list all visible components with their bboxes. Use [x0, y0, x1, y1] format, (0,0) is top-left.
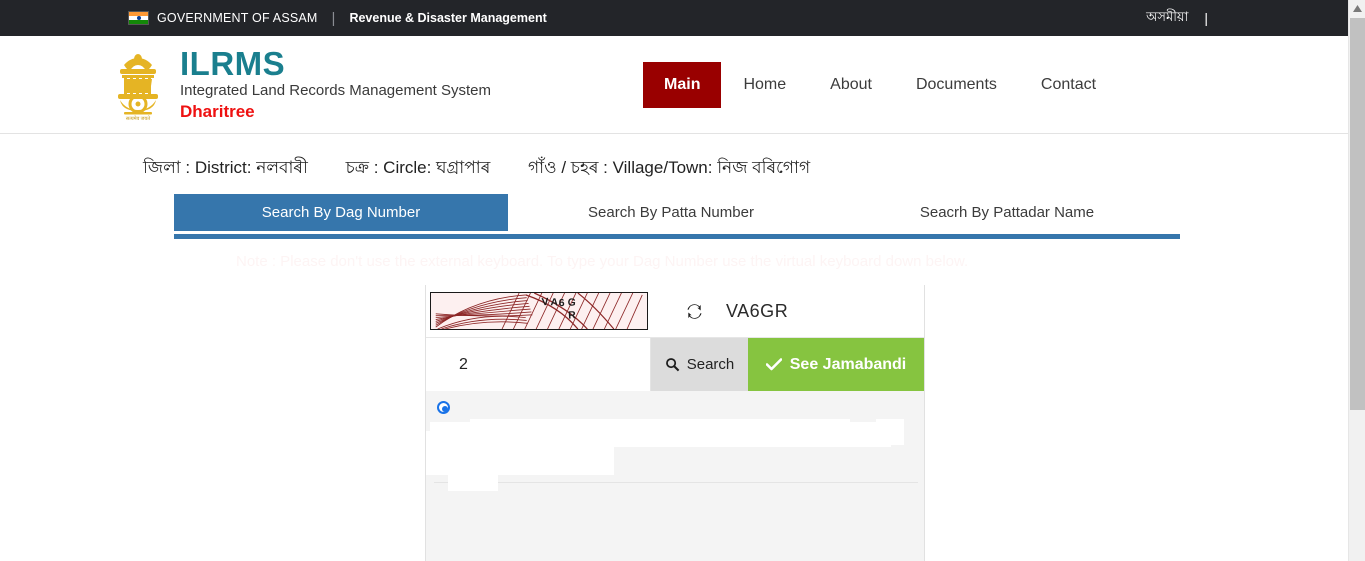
page-scrollbar[interactable] — [1348, 0, 1365, 561]
svg-text:G: G — [567, 297, 576, 309]
tabs-underline — [174, 234, 1180, 239]
search-input-row: Search See Jamabandi — [426, 338, 924, 391]
site-title: ILRMS — [180, 44, 286, 82]
main-navigation: Main Home About Documents Contact — [643, 61, 1118, 108]
check-icon — [765, 358, 782, 371]
top-utility-bar: GOVERNMENT OF ASSAM | Revenue & Disaster… — [0, 0, 1348, 36]
captcha-image: V A 6 G R — [429, 292, 648, 330]
topbar-left-group: GOVERNMENT OF ASSAM | Revenue & Disaster… — [128, 10, 547, 27]
magnifier-icon — [665, 358, 680, 372]
see-jamabandi-button[interactable]: See Jamabandi — [748, 338, 924, 391]
nav-item-documents[interactable]: Documents — [894, 62, 1019, 108]
breadcrumb-circle: চক্ৰ : Circle: ঘগ্ৰাপাৰ — [345, 158, 491, 177]
redacted-area — [448, 469, 498, 491]
topbar-separator: | — [331, 9, 336, 27]
svg-text:V: V — [541, 297, 549, 308]
svg-text:6: 6 — [558, 298, 564, 309]
results-divider — [434, 482, 918, 483]
svg-text:सत्यमेव जयते: सत्यमेव जयते — [126, 115, 150, 122]
redacted-area — [876, 419, 904, 445]
india-flag-icon — [128, 11, 149, 25]
site-header: सत्यमेव जयते ILRMS Integrated Land Recor… — [0, 36, 1348, 134]
nav-item-home[interactable]: Home — [721, 62, 808, 108]
search-panel: V A 6 G R VA6GR 2 Search See Jamabandi — [425, 285, 925, 561]
search-results-area — [426, 391, 924, 561]
keyboard-note: Note : Please don't use the external key… — [236, 253, 969, 270]
brand-text-block: ILRMS Integrated Land Records Management… — [180, 44, 492, 122]
see-jamabandi-label: See Jamabandi — [789, 355, 907, 373]
search-tabs: Search By Dag Number Search By Patta Num… — [174, 194, 1180, 231]
nav-item-main[interactable]: Main — [643, 61, 722, 108]
page-content: জিলা : District: নলবাৰী চক্ৰ : Circle: ঘ… — [0, 134, 1348, 561]
redacted-area — [436, 429, 891, 447]
site-subtitle: Integrated Land Records Management Syste… — [180, 82, 492, 100]
language-toggle-assamese[interactable]: অসমীয়া — [1146, 8, 1188, 29]
breadcrumb: জিলা : District: নলবাৰী চক্ৰ : Circle: ঘ… — [143, 155, 810, 183]
captcha-code-text: VA6GR — [726, 300, 789, 321]
tab-search-by-patta-number[interactable]: Search By Patta Number — [508, 194, 834, 231]
breadcrumb-village: গাঁও / চহৰ : Village/Town: নিজ বৰিগোগ — [528, 158, 811, 177]
nav-item-contact[interactable]: Contact — [1019, 62, 1118, 108]
captcha-image-cell: V A 6 G R — [426, 285, 651, 337]
result-radio-option[interactable] — [437, 401, 450, 414]
refresh-icon[interactable] — [685, 302, 704, 321]
government-label: GOVERNMENT OF ASSAM — [157, 11, 318, 25]
tab-search-by-dag-number[interactable]: Search By Dag Number — [174, 194, 508, 231]
india-national-emblem-icon: सत्यमेव जयते — [118, 53, 158, 122]
scroll-up-arrow-icon[interactable] — [1349, 0, 1365, 17]
scrollbar-thumb[interactable] — [1350, 18, 1365, 410]
topbar-right-separator: | — [1204, 10, 1208, 26]
breadcrumb-district: জিলা : District: নলবাৰী — [143, 158, 308, 177]
captcha-row: V A 6 G R VA6GR — [426, 285, 924, 338]
dag-number-input[interactable] — [426, 338, 651, 391]
topbar-right-group: অসমীয়া | — [1146, 8, 1208, 29]
search-button[interactable]: Search — [651, 338, 748, 391]
site-tagline: Dharitree — [180, 101, 255, 121]
department-label: Revenue & Disaster Management — [349, 11, 547, 25]
search-button-label: Search — [686, 356, 735, 373]
nav-item-about[interactable]: About — [808, 62, 894, 108]
captcha-code-cell: VA6GR — [651, 285, 924, 337]
tab-search-by-pattadar-name[interactable]: Seacrh By Pattadar Name — [834, 194, 1180, 231]
brand-block[interactable]: सत्यमेव जयते ILRMS Integrated Land Recor… — [110, 44, 492, 123]
svg-text:R: R — [567, 310, 576, 321]
svg-text:A: A — [550, 297, 559, 308]
search-tabs-container: Search By Dag Number Search By Patta Num… — [174, 194, 1180, 239]
